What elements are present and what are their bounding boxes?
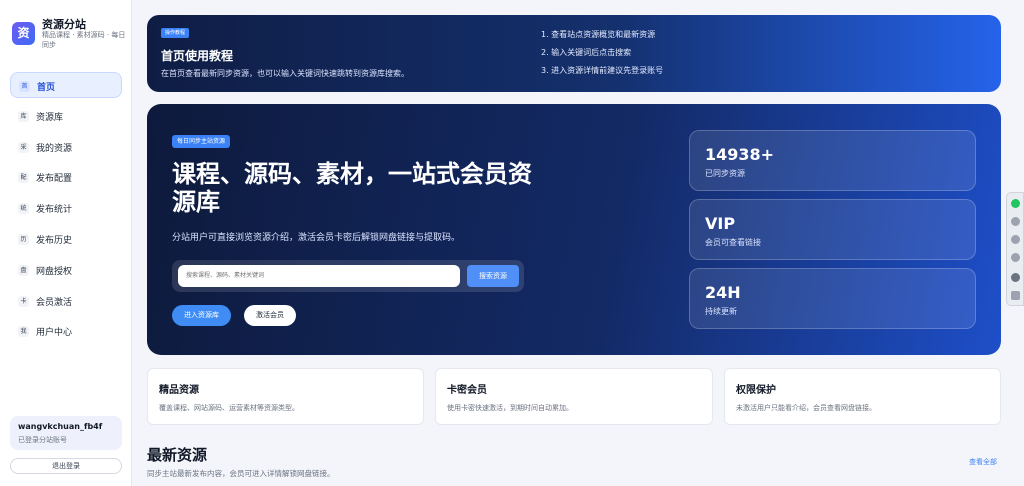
brand: 资 资源分站 精品课程 · 素材源码 · 每日同步 [12, 14, 125, 54]
sidebar-item-publish-history[interactable]: 历 发布历史 [10, 226, 122, 252]
sidebar-nav: 首 首页 库 资源库 采 我的资源 配 发布配置 统 发布统计 历 发布历史 盘… [10, 72, 122, 349]
sidebar-item-label: 发布历史 [36, 235, 73, 246]
sidebar-item-label: 发布配置 [36, 174, 73, 185]
hero-description: 分站用户可直接浏览资源介绍，激活会员卡密后解锁网盘链接与提取码。 [172, 233, 461, 243]
sidebar-item-label: 我的资源 [36, 143, 73, 154]
hero-tag: 每日同步主站资源 [172, 135, 231, 148]
sidebar: 资 资源分站 精品课程 · 素材源码 · 每日同步 首 首页 库 资源库 采 我… [0, 0, 132, 486]
card-icon: 卡 [18, 295, 29, 307]
sidebar-item-member-activate[interactable]: 卡 会员激活 [10, 288, 122, 314]
stat-value: 24H [705, 283, 741, 302]
sidebar-item-label: 首页 [37, 83, 56, 93]
stat-label: 会员可查看链接 [705, 238, 761, 247]
feature-description: 使用卡密快速激活，到期时间自动累加。 [447, 404, 573, 412]
screenshot-icon[interactable] [1011, 291, 1020, 300]
view-all-link[interactable]: 查看全部 [969, 457, 997, 467]
tutorial-banner: 操作教程 首页使用教程 在首页查看最新同步资源，也可以输入关键词快速跳转到资源库… [147, 15, 1001, 92]
user-status: 已登录分站账号 [18, 436, 67, 444]
tutorial-steps: 1. 查看站点资源概览和最新资源 2. 输入关键词后点击搜索 3. 进入资源详情… [541, 29, 663, 83]
collect-icon: 采 [18, 141, 29, 153]
feature-description: 覆盖课程、网站源码、运营素材等资源类型。 [159, 404, 299, 412]
enter-library-button[interactable]: 进入资源库 [172, 305, 231, 326]
stat-card-vip: VIP 会员可查看链接 [689, 199, 976, 260]
stat-card-update: 24H 持续更新 [689, 268, 976, 329]
sidebar-item-label: 发布统计 [36, 205, 73, 216]
stats-icon: 统 [18, 203, 29, 215]
feature-title: 权限保护 [736, 385, 776, 396]
sidebar-item-user-center[interactable]: 我 用户中心 [10, 318, 122, 344]
stat-value: VIP [705, 214, 736, 233]
sidebar-item-label: 网盘授权 [36, 266, 73, 277]
sidebar-item-my-resources[interactable]: 采 我的资源 [10, 134, 122, 160]
tutorial-step: 2. 输入关键词后点击搜索 [541, 48, 632, 57]
search-input[interactable] [178, 265, 460, 287]
brand-subtitle: 精品课程 · 素材源码 · 每日同步 [42, 31, 126, 49]
tutorial-title: 首页使用教程 [161, 49, 234, 63]
config-icon: 配 [18, 172, 29, 184]
stat-label: 持续更新 [705, 307, 737, 316]
search-button[interactable]: 搜索资源 [467, 265, 519, 287]
latest-section-description: 同步主站最新发布内容，会员可进入详情解锁网盘链接。 [147, 469, 335, 478]
netdisk-icon: 盘 [18, 264, 29, 276]
user-name: wangvkchuan_fb4f [18, 422, 103, 431]
feature-card-premium: 精品资源 覆盖课程、网站源码、运营素材等资源类型。 [147, 368, 424, 425]
feature-card-membership: 卡密会员 使用卡密快速激活，到期时间自动累加。 [435, 368, 713, 425]
search-box: 搜索资源 [172, 260, 524, 292]
library-icon: 库 [18, 110, 29, 122]
feature-title: 卡密会员 [447, 385, 487, 396]
stat-value: 14938+ [705, 145, 775, 164]
sidebar-item-netdisk-auth[interactable]: 盘 网盘授权 [10, 257, 122, 283]
speed-icon[interactable] [1011, 235, 1020, 244]
user-icon: 我 [18, 326, 29, 338]
sidebar-item-home[interactable]: 首 首页 [10, 72, 122, 98]
tutorial-tag: 操作教程 [161, 28, 190, 38]
sidebar-item-publish-stats[interactable]: 统 发布统计 [10, 195, 122, 221]
stat-card-synced: 14938+ 已同步资源 [689, 130, 976, 191]
network-icon[interactable] [1011, 253, 1020, 262]
home-icon: 首 [19, 81, 30, 92]
sidebar-item-library[interactable]: 库 资源库 [10, 103, 122, 129]
floating-toolbar [1006, 192, 1024, 306]
hero-section: 每日同步主站资源 课程、源码、素材，一站式会员资源库 分站用户可直接浏览资源介绍… [147, 104, 1001, 355]
stat-label: 已同步资源 [705, 169, 745, 178]
user-card: wangvkchuan_fb4f 已登录分站账号 [10, 416, 122, 450]
latest-section-title: 最新资源 [147, 446, 208, 464]
feature-title: 精品资源 [159, 385, 199, 396]
theme-icon[interactable] [1011, 273, 1020, 282]
activate-member-button[interactable]: 激活会员 [244, 305, 296, 326]
feature-card-protection: 权限保护 未激活用户只能看介绍，会员查看网盘链接。 [724, 368, 1001, 425]
brand-logo[interactable]: 资 [12, 22, 35, 45]
sidebar-item-label: 用户中心 [36, 328, 73, 339]
status-icon[interactable] [1011, 199, 1020, 208]
logout-button[interactable]: 退出登录 [10, 458, 122, 474]
sidebar-item-label: 会员激活 [36, 297, 73, 308]
hero-title: 课程、源码、素材，一站式会员资源库 [172, 160, 532, 216]
translate-icon[interactable] [1011, 217, 1020, 226]
tutorial-description: 在首页查看最新同步资源，也可以输入关键词快速跳转到资源库搜索。 [161, 69, 409, 78]
sidebar-item-publish-config[interactable]: 配 发布配置 [10, 164, 122, 190]
tutorial-step: 3. 进入资源详情前建议先登录账号 [541, 66, 664, 75]
feature-description: 未激活用户只能看介绍，会员查看网盘链接。 [736, 404, 876, 412]
history-icon: 历 [18, 233, 29, 245]
tutorial-step: 1. 查看站点资源概览和最新资源 [541, 30, 656, 39]
sidebar-item-label: 资源库 [36, 112, 64, 123]
